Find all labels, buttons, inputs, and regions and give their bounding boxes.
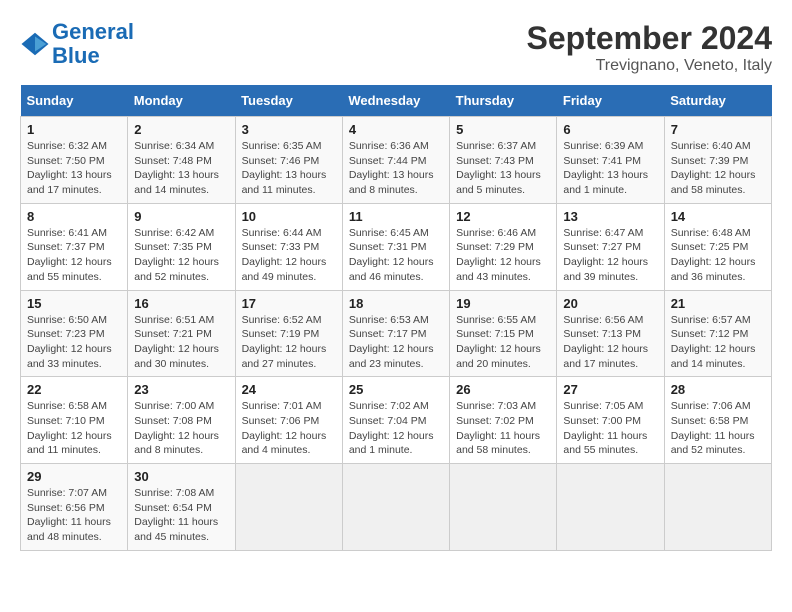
logo: General Blue bbox=[20, 20, 134, 68]
calendar-cell: 7Sunrise: 6:40 AMSunset: 7:39 PMDaylight… bbox=[664, 117, 771, 204]
calendar-cell: 2Sunrise: 6:34 AMSunset: 7:48 PMDaylight… bbox=[128, 117, 235, 204]
calendar-cell: 27Sunrise: 7:05 AMSunset: 7:00 PMDayligh… bbox=[557, 377, 664, 464]
calendar-cell: 18Sunrise: 6:53 AMSunset: 7:17 PMDayligh… bbox=[342, 290, 449, 377]
calendar-cell: 16Sunrise: 6:51 AMSunset: 7:21 PMDayligh… bbox=[128, 290, 235, 377]
calendar-cell: 8Sunrise: 6:41 AMSunset: 7:37 PMDaylight… bbox=[21, 203, 128, 290]
calendar-cell: 15Sunrise: 6:50 AMSunset: 7:23 PMDayligh… bbox=[21, 290, 128, 377]
calendar-cell: 24Sunrise: 7:01 AMSunset: 7:06 PMDayligh… bbox=[235, 377, 342, 464]
calendar-cell: 14Sunrise: 6:48 AMSunset: 7:25 PMDayligh… bbox=[664, 203, 771, 290]
calendar-cell: 26Sunrise: 7:03 AMSunset: 7:02 PMDayligh… bbox=[450, 377, 557, 464]
table-row: 15Sunrise: 6:50 AMSunset: 7:23 PMDayligh… bbox=[21, 290, 772, 377]
col-monday: Monday bbox=[128, 85, 235, 117]
month-title: September 2024 bbox=[527, 20, 772, 57]
table-row: 1Sunrise: 6:32 AMSunset: 7:50 PMDaylight… bbox=[21, 117, 772, 204]
col-sunday: Sunday bbox=[21, 85, 128, 117]
calendar-cell bbox=[235, 464, 342, 551]
calendar-cell bbox=[557, 464, 664, 551]
calendar-cell: 6Sunrise: 6:39 AMSunset: 7:41 PMDaylight… bbox=[557, 117, 664, 204]
page-header: General Blue September 2024 Trevignano, … bbox=[20, 20, 772, 75]
col-wednesday: Wednesday bbox=[342, 85, 449, 117]
calendar-cell: 13Sunrise: 6:47 AMSunset: 7:27 PMDayligh… bbox=[557, 203, 664, 290]
calendar-cell: 30Sunrise: 7:08 AMSunset: 6:54 PMDayligh… bbox=[128, 464, 235, 551]
title-area: September 2024 Trevignano, Veneto, Italy bbox=[527, 20, 772, 75]
calendar-cell: 20Sunrise: 6:56 AMSunset: 7:13 PMDayligh… bbox=[557, 290, 664, 377]
calendar-cell: 21Sunrise: 6:57 AMSunset: 7:12 PMDayligh… bbox=[664, 290, 771, 377]
table-row: 22Sunrise: 6:58 AMSunset: 7:10 PMDayligh… bbox=[21, 377, 772, 464]
calendar-cell: 29Sunrise: 7:07 AMSunset: 6:56 PMDayligh… bbox=[21, 464, 128, 551]
logo-text: General Blue bbox=[52, 20, 134, 68]
calendar-cell: 9Sunrise: 6:42 AMSunset: 7:35 PMDaylight… bbox=[128, 203, 235, 290]
calendar-cell bbox=[664, 464, 771, 551]
calendar-table: Sunday Monday Tuesday Wednesday Thursday… bbox=[20, 85, 772, 551]
location-subtitle: Trevignano, Veneto, Italy bbox=[527, 57, 772, 75]
col-thursday: Thursday bbox=[450, 85, 557, 117]
calendar-cell bbox=[342, 464, 449, 551]
table-row: 8Sunrise: 6:41 AMSunset: 7:37 PMDaylight… bbox=[21, 203, 772, 290]
logo-icon bbox=[20, 29, 50, 59]
calendar-cell: 4Sunrise: 6:36 AMSunset: 7:44 PMDaylight… bbox=[342, 117, 449, 204]
col-saturday: Saturday bbox=[664, 85, 771, 117]
col-tuesday: Tuesday bbox=[235, 85, 342, 117]
calendar-cell: 5Sunrise: 6:37 AMSunset: 7:43 PMDaylight… bbox=[450, 117, 557, 204]
calendar-cell: 19Sunrise: 6:55 AMSunset: 7:15 PMDayligh… bbox=[450, 290, 557, 377]
calendar-cell: 3Sunrise: 6:35 AMSunset: 7:46 PMDaylight… bbox=[235, 117, 342, 204]
calendar-cell: 11Sunrise: 6:45 AMSunset: 7:31 PMDayligh… bbox=[342, 203, 449, 290]
calendar-cell: 10Sunrise: 6:44 AMSunset: 7:33 PMDayligh… bbox=[235, 203, 342, 290]
header-row: Sunday Monday Tuesday Wednesday Thursday… bbox=[21, 85, 772, 117]
calendar-cell: 23Sunrise: 7:00 AMSunset: 7:08 PMDayligh… bbox=[128, 377, 235, 464]
calendar-cell: 25Sunrise: 7:02 AMSunset: 7:04 PMDayligh… bbox=[342, 377, 449, 464]
calendar-cell: 1Sunrise: 6:32 AMSunset: 7:50 PMDaylight… bbox=[21, 117, 128, 204]
calendar-cell: 28Sunrise: 7:06 AMSunset: 6:58 PMDayligh… bbox=[664, 377, 771, 464]
calendar-cell: 22Sunrise: 6:58 AMSunset: 7:10 PMDayligh… bbox=[21, 377, 128, 464]
calendar-cell: 17Sunrise: 6:52 AMSunset: 7:19 PMDayligh… bbox=[235, 290, 342, 377]
col-friday: Friday bbox=[557, 85, 664, 117]
calendar-cell bbox=[450, 464, 557, 551]
table-row: 29Sunrise: 7:07 AMSunset: 6:56 PMDayligh… bbox=[21, 464, 772, 551]
calendar-cell: 12Sunrise: 6:46 AMSunset: 7:29 PMDayligh… bbox=[450, 203, 557, 290]
